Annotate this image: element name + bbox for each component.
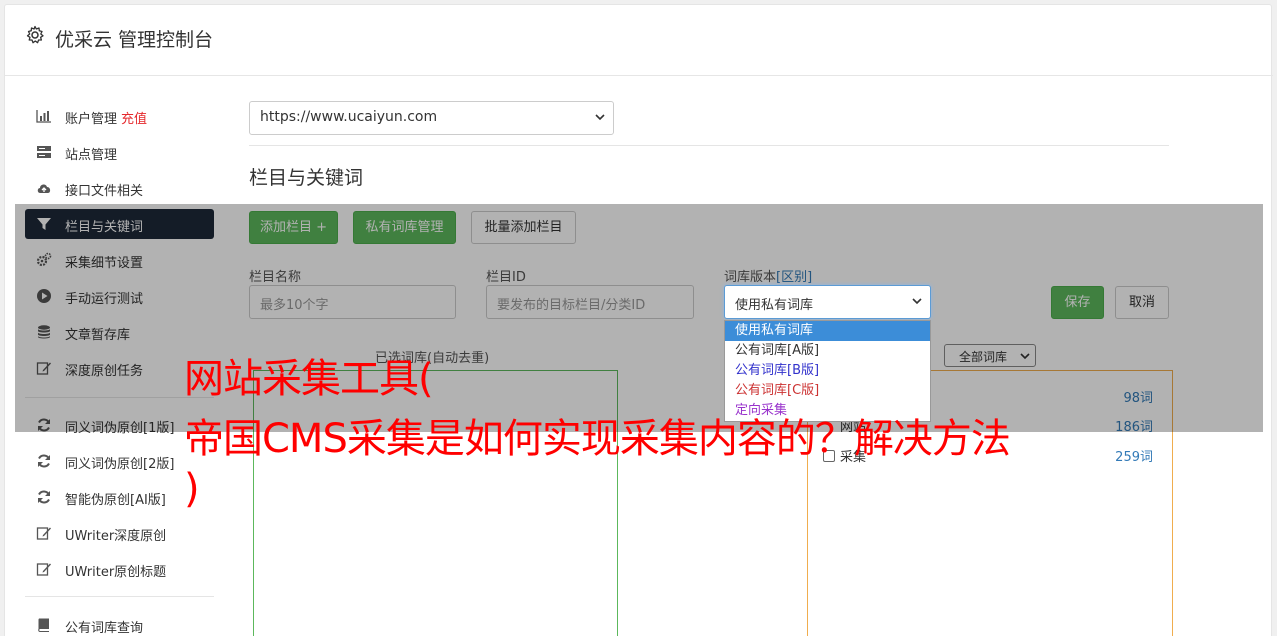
section-title: 栏目与关键词 [249,167,364,189]
sidebar-item-uwriter-deep[interactable]: UWriter深度原创 [25,518,214,548]
chevron-down-icon [912,298,922,305]
overlay-text-line2: 帝国CMS采集是如何实现采集内容的？解决方法 [184,416,1011,462]
sidebar-item-uwriter-title[interactable]: UWriter原创标题 [25,554,214,584]
sidebar-item-label: 站点管理 [65,148,118,163]
site-select[interactable]: https://www.ucaiyun.com [249,101,614,135]
dropdown-option[interactable]: 使用私有词库 [725,321,930,341]
edit-icon [36,527,51,540]
refresh-icon [38,490,50,504]
dict-version-select[interactable]: 使用私有词库 [724,285,931,319]
overlay-text-line1: 网站采集工具( [184,356,434,402]
sidebar-item-label: 接口文件相关 [65,184,144,199]
divider [249,145,1169,146]
chevron-down-icon [595,114,605,121]
sidebar-item-label: 公有词库查询 [65,621,144,636]
gear-icon [26,25,44,44]
sidebar-item-account[interactable]: 账户管理 充值 [25,101,214,131]
dict-version-value: 使用私有词库 [735,298,814,313]
sidebar-item-label: UWriter深度原创 [65,529,167,544]
sidebar-item-label: 同义词伪原创[2版] [65,457,175,472]
bar-chart-icon [36,110,51,123]
sidebar-item-label: 账户管理 [65,112,118,127]
dropdown-option[interactable]: 公有词库[A版] [725,341,930,361]
page-title: 优采云 管理控制台 [55,29,214,51]
header: 优采云 管理控制台 [5,5,1273,76]
sidebar-item-label: 智能伪原创[AI版] [65,493,166,508]
refresh-icon [38,454,50,468]
book-icon [38,618,49,632]
sidebar-item-sites[interactable]: 站点管理 [25,137,214,167]
recharge-link[interactable]: 充值 [121,112,147,127]
sidebar-divider [25,596,214,597]
site-select-value: https://www.ucaiyun.com [260,109,438,125]
dropdown-option[interactable]: 公有词库[B版] [725,361,930,381]
overlay-text-line3: ) [184,466,200,512]
cloud-upload-icon [37,184,51,193]
sidebar-item-label: UWriter原创标题 [65,565,167,580]
sidebar-item-public-dict[interactable]: 公有词库查询 [25,610,214,636]
edit-icon [36,563,51,576]
server-icon [37,146,51,158]
dropdown-option[interactable]: 公有词库[C版] [725,381,930,401]
sidebar-item-interface[interactable]: 接口文件相关 [25,173,214,203]
